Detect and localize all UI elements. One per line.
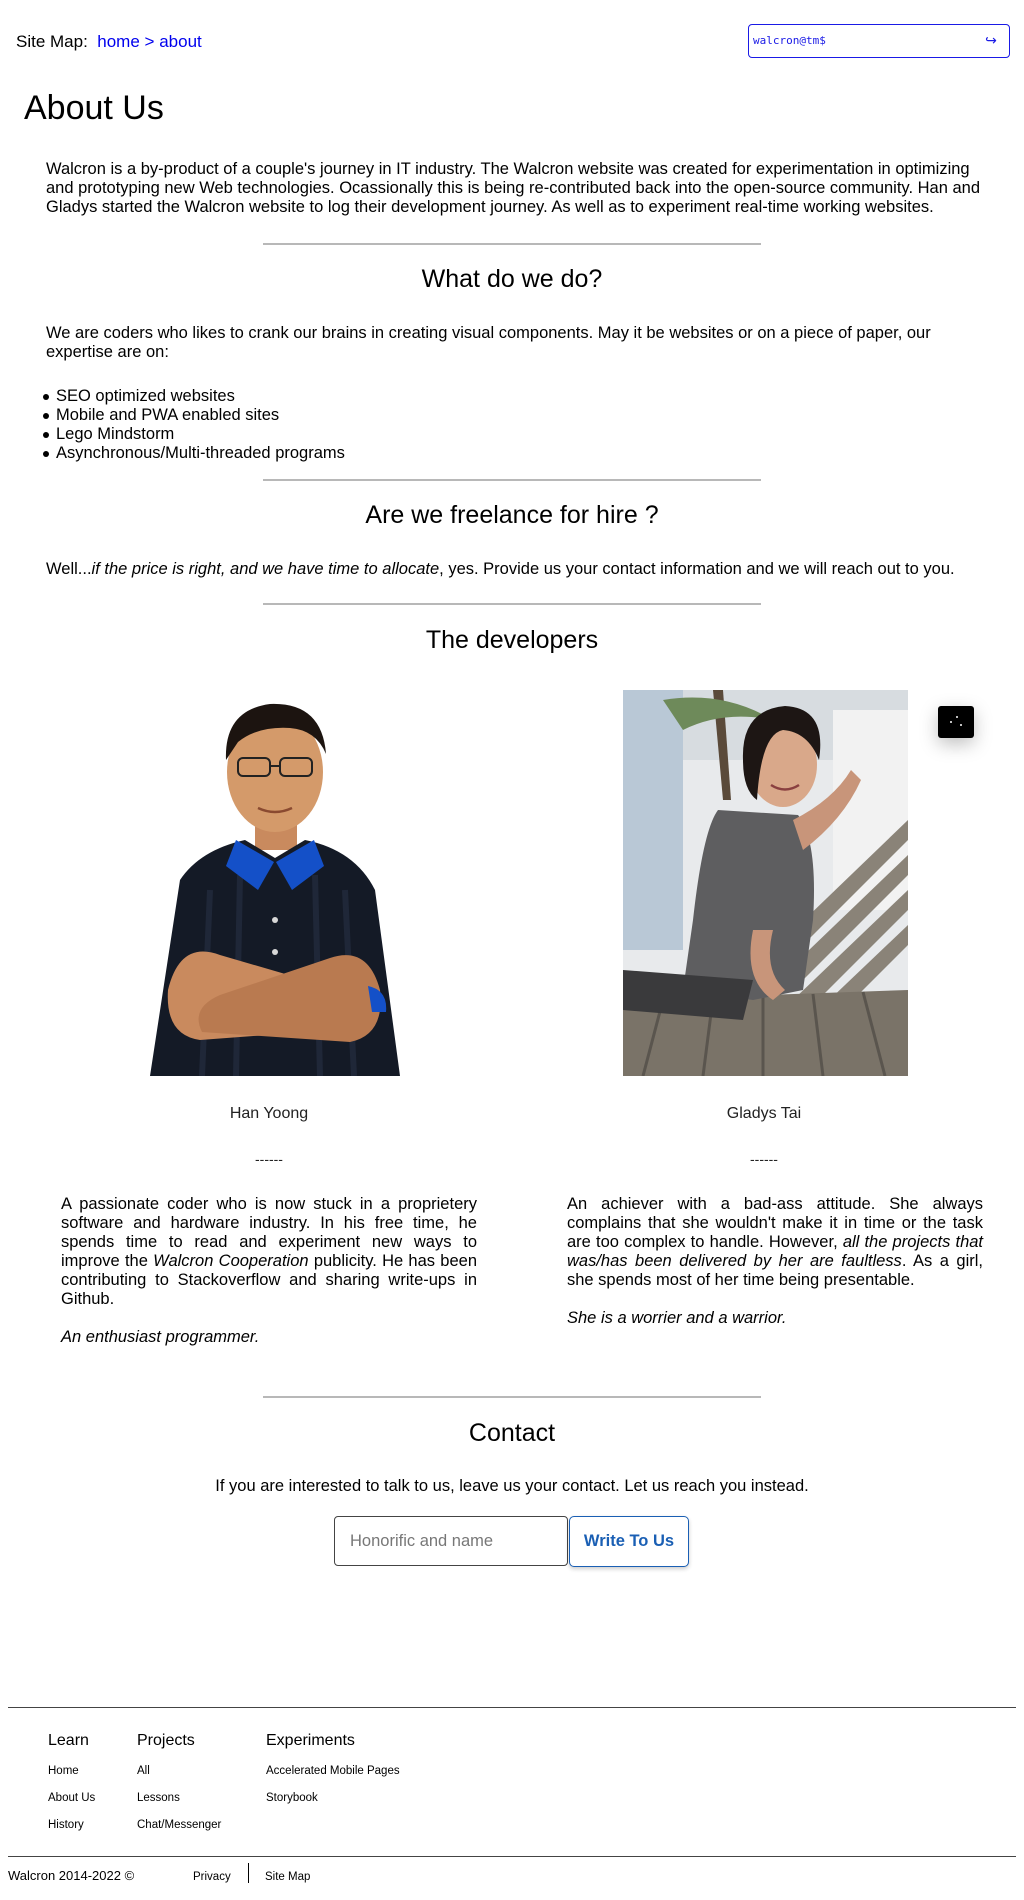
developer-bio-han: A passionate coder who is now stuck in a… bbox=[61, 1195, 477, 1309]
han-yoong-photo bbox=[140, 690, 410, 1076]
footer-link-storybook[interactable]: Storybook bbox=[266, 1785, 400, 1812]
list-item: Lego Mindstorm bbox=[43, 425, 345, 444]
enter-arrow-icon[interactable]: ↪ bbox=[981, 29, 1001, 51]
section-divider bbox=[263, 1396, 761, 1398]
developer-name-gladys: Gladys Tai bbox=[726, 1105, 802, 1122]
footer-column-experiments: Experiments Accelerated Mobile Pages Sto… bbox=[266, 1731, 400, 1812]
breadcrumb: Site Map: home > about bbox=[16, 31, 202, 53]
privacy-link[interactable]: Privacy bbox=[193, 1868, 231, 1886]
section-divider bbox=[263, 603, 761, 605]
developer-separator: ------ bbox=[255, 1151, 283, 1167]
star-dot-icon bbox=[950, 721, 952, 723]
footer-link-history[interactable]: History bbox=[48, 1812, 95, 1839]
freelance-heading: Are we freelance for hire ? bbox=[365, 501, 659, 529]
star-dot-icon bbox=[956, 716, 958, 718]
freelance-rest: , yes. Provide us your contact informati… bbox=[439, 560, 955, 578]
developer-separator: ------ bbox=[750, 1151, 778, 1167]
developer-tagline-gladys: She is a worrier and a warrior. bbox=[567, 1309, 787, 1327]
gladys-tai-photo bbox=[623, 690, 908, 1076]
expertise-list: SEO optimized websites Mobile and PWA en… bbox=[43, 387, 345, 463]
gladys-tai-portrait bbox=[623, 690, 908, 1076]
footer-link-about-us[interactable]: About Us bbox=[48, 1785, 95, 1812]
section-divider bbox=[263, 479, 761, 481]
developer-tagline-han: An enthusiast programmer. bbox=[61, 1328, 260, 1346]
footer-link-amp[interactable]: Accelerated Mobile Pages bbox=[266, 1758, 400, 1785]
footer-link-all[interactable]: All bbox=[137, 1758, 221, 1785]
footer-column-learn: Learn Home About Us History bbox=[48, 1731, 95, 1839]
footer-column-projects: Projects All Lessons Chat/Messenger bbox=[137, 1731, 221, 1839]
footer-column-title: Learn bbox=[48, 1732, 89, 1749]
what-we-do-text: We are coders who likes to crank our bra… bbox=[46, 324, 931, 361]
intro-paragraph: Walcron is a by-product of a couple's jo… bbox=[46, 160, 980, 216]
freelance-lead: Well... bbox=[46, 560, 92, 578]
footer-column-title: Projects bbox=[137, 1732, 195, 1749]
site-header: Site Map: home > about ↪ bbox=[0, 0, 1024, 84]
footer-bottom-divider bbox=[8, 1856, 1016, 1857]
section-divider bbox=[263, 243, 761, 245]
breadcrumb-home-link[interactable]: home bbox=[97, 32, 140, 51]
copyright-text: Walcron 2014-2022 © bbox=[8, 1868, 135, 1883]
developer-bio-gladys: An achiever with a bad-ass attitude. She… bbox=[567, 1195, 983, 1290]
contact-text: If you are interested to talk to us, lea… bbox=[215, 1477, 809, 1495]
breadcrumb-separator: > bbox=[144, 32, 155, 51]
list-item: Asynchronous/Multi-threaded programs bbox=[43, 444, 345, 462]
sitemap-link[interactable]: Site Map bbox=[265, 1868, 310, 1886]
floating-action-button[interactable] bbox=[938, 706, 974, 738]
contact-heading: Contact bbox=[468, 1419, 556, 1447]
list-item: Mobile and PWA enabled sites bbox=[43, 406, 345, 425]
breadcrumb-label: Site Map: bbox=[16, 32, 88, 51]
developers-heading: The developers bbox=[425, 626, 599, 654]
list-item: SEO optimized websites bbox=[43, 387, 345, 406]
footer-link-chat-messenger[interactable]: Chat/Messenger bbox=[137, 1812, 221, 1839]
developer-name-han: Han Yoong bbox=[229, 1105, 309, 1122]
terminal-command-input[interactable] bbox=[753, 25, 973, 56]
bio-italic: Walcron Cooperation bbox=[153, 1252, 309, 1270]
freelance-text: Well...if the price is right, and we hav… bbox=[46, 560, 981, 579]
honorific-name-input[interactable] bbox=[334, 1516, 568, 1566]
footer-link-home[interactable]: Home bbox=[48, 1758, 95, 1785]
what-we-do-heading: What do we do? bbox=[421, 265, 603, 293]
footer-link-separator bbox=[248, 1863, 249, 1883]
freelance-italic: if the price is right, and we have time … bbox=[91, 560, 440, 578]
page-title: About Us bbox=[24, 89, 164, 127]
write-to-us-button[interactable]: Write To Us bbox=[569, 1516, 689, 1567]
footer-link-lessons[interactable]: Lessons bbox=[137, 1785, 221, 1812]
footer-divider bbox=[8, 1707, 1016, 1708]
breadcrumb-about-link[interactable]: about bbox=[159, 32, 202, 51]
star-dot-icon bbox=[960, 724, 962, 726]
footer-column-title: Experiments bbox=[266, 1732, 355, 1749]
han-yoong-portrait bbox=[150, 703, 400, 1076]
terminal-command-box: ↪ bbox=[748, 24, 1010, 58]
